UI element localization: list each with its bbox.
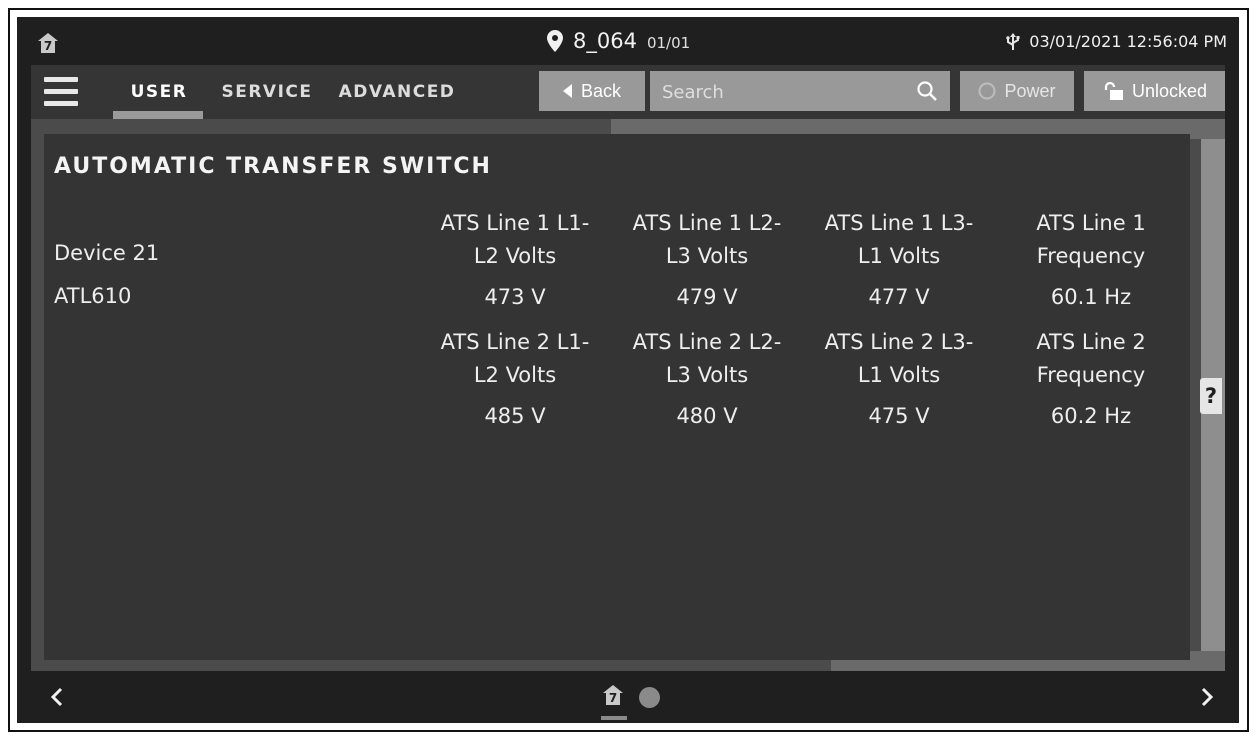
active-page-indicator [601,716,627,720]
back-arrow-icon [562,84,572,98]
status-bar: 7 8_064 01/01 03/01/2021 12:56:04 PM [17,17,1239,65]
device-name: Device 21 [54,241,160,265]
unlock-button[interactable]: Unlocked [1084,71,1225,111]
line1-frequency-header: ATS Line 1 Frequency [1036,211,1146,268]
search-input[interactable] [650,71,914,113]
back-button-label: Back [580,80,622,101]
home-logo-icon[interactable]: 7 [38,33,58,53]
site-indicator: 8_064 01/01 [547,29,690,53]
unlock-button-label: Unlocked [1131,80,1208,101]
active-tab-indicator [113,111,203,119]
line1-l2l3-value: 479 V [676,285,738,309]
line1-l3l1-value: 477 V [868,285,930,309]
power-button[interactable]: Power [960,71,1074,111]
line2-frequency-value: 60.2 Hz [1050,404,1132,428]
power-icon [978,82,996,100]
datetime: 03/01/2021 12:56:04 PM [1029,32,1227,51]
power-button-label: Power [1004,80,1056,101]
line2-l3l1-header: ATS Line 2 L3- L1 Volts [824,330,974,387]
device-model: ATL610 [54,284,132,308]
line1-l2l3-header: ATS Line 1 L2- L3 Volts [632,211,782,268]
back-button[interactable]: Back [539,71,645,111]
tab-service[interactable]: SERVICE [217,65,317,119]
page-dot[interactable] [639,687,660,708]
line2-l1l2-header: ATS Line 2 L1- L2 Volts [440,330,590,387]
search-icon[interactable] [916,80,938,102]
usb-icon [1005,32,1021,51]
line1-l1l2-header: ATS Line 1 L1- L2 Volts [440,211,590,268]
line1-l1l2-value: 473 V [484,285,546,309]
line2-l2l3-value: 480 V [676,404,738,428]
map-pin-icon [547,30,563,52]
pager-home-icon[interactable]: 7 [603,685,623,705]
search-box [650,71,950,113]
unlocked-padlock-icon [1104,82,1123,100]
tab-advanced[interactable]: ADVANCED [337,65,457,119]
help-button[interactable]: ? [1200,378,1222,414]
panel-title: AUTOMATIC TRANSFER SWITCH [54,154,492,179]
bottom-bar: 7 [17,671,1239,723]
hamburger-menu-icon[interactable] [44,77,78,107]
toolbar: USER SERVICE ADVANCED Back Power [31,65,1225,119]
ats-panel: AUTOMATIC TRANSFER SWITCH Device 21 ATL6… [44,134,1190,660]
line2-l2l3-header: ATS Line 2 L2- L3 Volts [632,330,782,387]
screen: 7 8_064 01/01 03/01/2021 12:56:04 PM USE… [17,17,1239,723]
line2-frequency-header: ATS Line 2 Frequency [1036,330,1146,387]
line1-l3l1-header: ATS Line 1 L3- L1 Volts [824,211,974,268]
line1-frequency-value: 60.1 Hz [1050,285,1132,309]
page-count: 01/01 [646,34,691,52]
chevron-right-icon[interactable] [1197,685,1217,709]
site-id: 8_064 [573,29,637,53]
line2-l1l2-value: 485 V [484,404,546,428]
chevron-left-icon[interactable] [47,685,67,709]
line2-l3l1-value: 475 V [868,404,930,428]
